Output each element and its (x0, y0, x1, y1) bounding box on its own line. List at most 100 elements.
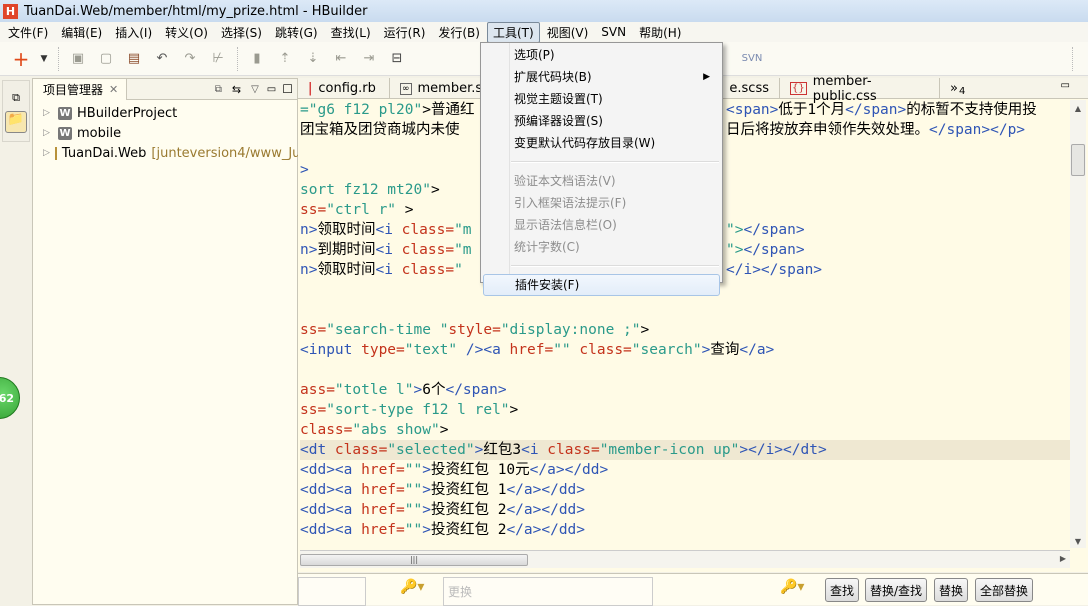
save-all-icon[interactable]: ▢ (97, 50, 115, 68)
menu-item-group2-2: 显示语法信息栏(O) (483, 214, 720, 236)
minimize-icon[interactable]: ▭ (1061, 80, 1070, 91)
menu-item-group1-4[interactable]: 变更默认代码存放目录(W) (483, 132, 720, 154)
tab-project-explorer[interactable]: 项目管理器 ✕ (33, 78, 128, 100)
code-token: 领取时间 (317, 222, 376, 238)
chevron-double-right-icon: » (950, 81, 958, 96)
tab-member-public-css[interactable]: {} member-public.css (780, 74, 940, 104)
code-token: > (422, 522, 431, 538)
title-bar: H TuanDai.Web/member/html/my_prize.html … (0, 0, 1088, 22)
menu-10[interactable]: 视图(V) (541, 22, 595, 43)
undo-icon[interactable]: ↶ (153, 50, 171, 68)
vertical-scrollbar[interactable]: ▲ ▼ (1070, 100, 1086, 548)
menu-3[interactable]: 转义(O) (159, 22, 214, 43)
tree-item[interactable]: ▷ Wmobile (33, 123, 297, 143)
new-dropdown-icon[interactable]: ▼ (40, 50, 48, 68)
menu-7[interactable]: 运行(R) (378, 22, 432, 43)
code-token: </a></dd> (529, 462, 609, 478)
scroll-right-icon[interactable]: ▶ (1060, 554, 1066, 563)
close-icon[interactable]: ✕ (109, 83, 118, 96)
code-token: > (430, 182, 440, 198)
view-menu-icon[interactable]: ▽ (251, 84, 259, 95)
horizontal-scrollbar[interactable]: ||| ▶ (300, 550, 1070, 568)
prev-bookmark-icon[interactable]: ⇡ (276, 50, 294, 68)
scroll-up-icon[interactable]: ▲ (1070, 104, 1086, 113)
expand-triangle-icon[interactable]: ▷ (43, 128, 53, 138)
replace-input[interactable]: 更换 (443, 577, 653, 606)
format-icon[interactable]: ⊬ (209, 50, 227, 68)
project-tree: ▷ W HBuilderProject ▷ Wmobile ▷ TuanDai.Web [ju… (33, 100, 309, 163)
submenu-arrow-icon: ▶ (703, 72, 710, 82)
close-file-icon[interactable]: ▤ (125, 50, 143, 68)
find-options-icon[interactable]: 🔑▾ (400, 579, 424, 595)
tree-item-label: HBuilderProject (77, 105, 178, 121)
code-token: "member-icon up" (599, 442, 740, 458)
menu-item-group1-3[interactable]: 预编译器设置(S) (483, 110, 720, 132)
bookmark-icon[interactable]: ▮ (248, 50, 266, 68)
code-token: > (413, 382, 423, 398)
outdent-icon[interactable]: ⇤ (332, 50, 350, 68)
new-plus-icon[interactable]: + (12, 47, 30, 71)
menu-11[interactable]: SVN (595, 23, 632, 41)
code-token: "" (404, 482, 423, 498)
code-line: ss="sort-type f12 l rel"> (300, 400, 1070, 420)
replace-button[interactable]: 替换 (934, 578, 969, 602)
menu-8[interactable]: 发行(B) (432, 22, 486, 43)
menu-5[interactable]: 跳转(G) (269, 22, 324, 43)
floating-badge[interactable]: 62 (0, 377, 20, 419)
replace-find-button[interactable]: 替换/查找 (865, 578, 928, 602)
menu-0[interactable]: 文件(F) (2, 22, 54, 43)
code-token: n> (300, 242, 318, 258)
menu-item-group3-0[interactable]: 插件安装(F) (483, 274, 720, 296)
menu-1[interactable]: 编辑(E) (55, 22, 108, 43)
find-input[interactable] (298, 577, 366, 606)
tree-item[interactable]: ▷ W HBuilderProject (33, 103, 297, 123)
menu-separator (511, 265, 719, 267)
find-button[interactable]: 查找 (825, 578, 860, 602)
next-bookmark-icon[interactable]: ⇣ (304, 50, 322, 68)
code-token: "" (404, 522, 423, 538)
code-token: "search-time " (326, 322, 449, 338)
code-line-right: "></span> (726, 240, 805, 260)
comment-icon[interactable]: ⊟ (388, 50, 406, 68)
menu-12[interactable]: 帮助(H) (633, 22, 687, 43)
tree-item[interactable]: ▷ TuanDai.Web [junteversion4/www_Jun (33, 143, 309, 163)
menu-item-label: 统计字数(C) (514, 240, 580, 254)
replace-options-icon[interactable]: 🔑▾ (780, 579, 804, 595)
menu-item-group1-1[interactable]: 扩展代码块(B) ▶ (483, 66, 720, 88)
code-token: <dd><a (300, 502, 362, 518)
vertical-scroll-thumb[interactable] (1071, 144, 1085, 176)
code-token: </span> (845, 102, 907, 118)
project-explorer-icon[interactable]: 📁 (5, 111, 27, 133)
restore-icon[interactable]: ⧉ (3, 91, 29, 105)
tab-config-rb[interactable]: | config.rb (298, 78, 390, 99)
menu-9[interactable]: 工具(T) (486, 21, 540, 43)
code-token: >普通红 (422, 102, 475, 118)
code-line-right: 日后将按放弃申领作失效处理。</span></p> (726, 120, 1025, 140)
save-icon[interactable]: ▣ (69, 50, 87, 68)
scroll-down-icon[interactable]: ▼ (1070, 537, 1086, 546)
menu-2[interactable]: 插入(I) (109, 22, 158, 43)
menu-item-group1-0[interactable]: 选项(P) (483, 44, 720, 66)
code-token: "selected" (387, 442, 475, 458)
menu-6[interactable]: 查找(L) (325, 22, 377, 43)
expand-triangle-icon[interactable]: ▷ (43, 108, 53, 118)
menu-4[interactable]: 选择(S) (215, 22, 268, 43)
code-token: ="g6 f12 pl20" (300, 102, 423, 118)
code-token: > (509, 402, 519, 418)
maximize-icon[interactable]: ☐ (282, 82, 293, 96)
redo-icon[interactable]: ↷ (181, 50, 199, 68)
horizontal-scroll-thumb[interactable]: ||| (300, 554, 528, 566)
expand-triangle-icon[interactable]: ▷ (43, 148, 50, 158)
code-token: ss= (300, 322, 327, 338)
replace-all-button[interactable]: 全部替换 (975, 578, 1034, 602)
more-tabs-button[interactable]: » 4 (940, 78, 975, 99)
code-line: ss="search-time "style="display:none ;"> (300, 320, 1070, 340)
collapse-all-icon[interactable]: ⧉ (215, 84, 222, 95)
menu-item-group1-2[interactable]: 视觉主题设置(T) (483, 88, 720, 110)
indent-icon[interactable]: ⇥ (360, 50, 378, 68)
minimize-icon[interactable]: ▭ (267, 84, 276, 95)
link-editor-icon[interactable]: ⇆ (232, 83, 241, 96)
svn-icon[interactable]: SVN (742, 50, 763, 68)
code-token: class= (334, 442, 388, 458)
menu-item-label: 显示语法信息栏(O) (514, 218, 617, 232)
